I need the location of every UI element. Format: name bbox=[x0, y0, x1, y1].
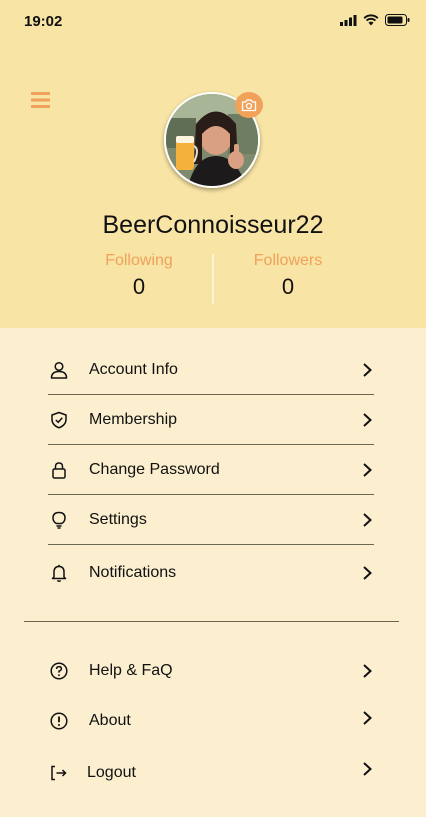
signal-icon bbox=[340, 14, 357, 26]
avatar-wrapper bbox=[164, 92, 263, 188]
menu-item-membership[interactable]: Membership bbox=[48, 395, 374, 445]
profile-header: 19:02 BeerConnoisseur22 Following 0 Foll… bbox=[0, 0, 426, 328]
shield-check-icon bbox=[48, 409, 70, 431]
section-divider bbox=[24, 621, 399, 622]
battery-icon bbox=[385, 14, 410, 26]
chevron-right-icon bbox=[363, 711, 372, 725]
menu-item-notifications[interactable]: Notifications bbox=[48, 548, 374, 598]
username: BeerConnoisseur22 bbox=[102, 211, 324, 239]
chevron-right-icon bbox=[363, 412, 372, 427]
chevron-right-icon bbox=[363, 566, 372, 580]
question-circle-icon bbox=[48, 660, 70, 682]
chevron-right-icon bbox=[363, 664, 372, 678]
menu-item-logout[interactable]: Logout bbox=[48, 748, 374, 798]
menu-item-label: Logout bbox=[87, 764, 136, 781]
chevron-right-icon bbox=[363, 512, 372, 527]
menu-item-settings[interactable]: Settings bbox=[48, 495, 374, 545]
chevron-right-icon bbox=[363, 462, 372, 477]
following-label: Following bbox=[105, 252, 173, 269]
camera-icon bbox=[241, 99, 257, 112]
menu-item-help-faq[interactable]: Help & FaQ bbox=[48, 646, 374, 696]
logout-icon bbox=[48, 762, 70, 784]
user-icon bbox=[48, 359, 70, 381]
followers-stat[interactable]: Followers 0 bbox=[228, 252, 348, 300]
status-time: 19:02 bbox=[24, 13, 63, 30]
followers-label: Followers bbox=[253, 252, 323, 269]
following-stat[interactable]: Following 0 bbox=[79, 252, 199, 300]
menu-item-label: About bbox=[89, 712, 131, 729]
following-count: 0 bbox=[132, 274, 146, 299]
followers-count: 0 bbox=[281, 274, 295, 299]
hamburger-menu-icon[interactable] bbox=[31, 92, 50, 108]
menu-item-label: Help & FaQ bbox=[89, 662, 173, 679]
menu-item-label: Membership bbox=[89, 410, 178, 428]
menu-item-label: Account Info bbox=[89, 360, 178, 378]
menu-item-label: Notifications bbox=[89, 564, 177, 581]
stat-divider bbox=[212, 254, 214, 304]
menu-item-about[interactable]: About bbox=[48, 696, 374, 746]
wifi-icon bbox=[363, 14, 379, 26]
lightbulb-icon bbox=[48, 509, 70, 531]
menu-item-change-password[interactable]: Change Password bbox=[48, 445, 374, 495]
camera-button[interactable] bbox=[235, 92, 263, 118]
menu-item-account-info[interactable]: Account Info bbox=[48, 345, 374, 395]
lock-icon bbox=[48, 459, 70, 481]
bell-icon bbox=[48, 562, 70, 584]
menu-item-label: Settings bbox=[89, 510, 147, 528]
chevron-right-icon bbox=[363, 762, 372, 776]
exclamation-circle-icon bbox=[48, 710, 70, 732]
status-icons bbox=[340, 14, 410, 26]
chevron-right-icon bbox=[363, 362, 372, 377]
menu-item-label: Change Password bbox=[89, 460, 220, 478]
